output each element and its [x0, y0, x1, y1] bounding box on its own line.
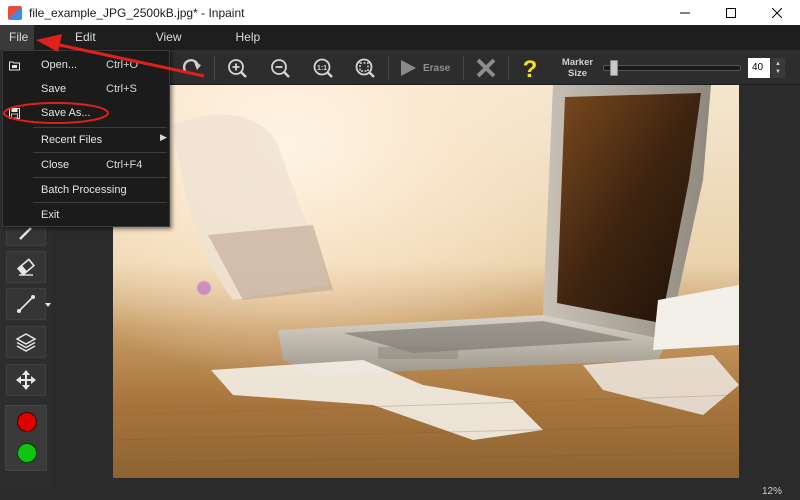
- menu-view[interactable]: View: [147, 25, 191, 50]
- secondary-color-swatch[interactable]: [17, 443, 37, 463]
- redo-button[interactable]: [178, 54, 206, 82]
- minimize-button[interactable]: [662, 0, 708, 25]
- zoom-fit-button[interactable]: [351, 54, 379, 82]
- slider-thumb[interactable]: [610, 60, 619, 76]
- color-selector[interactable]: [5, 405, 47, 471]
- help-button[interactable]: ?: [516, 54, 544, 82]
- menu-separator: [33, 152, 167, 153]
- zoom-out-icon: [271, 59, 290, 78]
- zoom-level: 12%: [761, 486, 782, 497]
- toolbar-separator: [214, 56, 215, 80]
- line-icon: [17, 295, 35, 313]
- eraser-icon: [16, 258, 36, 276]
- window-controls: [662, 0, 800, 25]
- menu-edit[interactable]: Edit: [66, 25, 105, 50]
- floppy-disk-icon: [9, 108, 20, 119]
- redo-icon: [182, 59, 201, 73]
- window-title: file_example_JPG_2500kB.jpg* - Inpaint: [29, 5, 245, 20]
- cancel-icon: [476, 58, 496, 78]
- layers-icon: [15, 333, 37, 352]
- file-menu-dropdown: Open... Ctrl+O Save Ctrl+S Save As... Re…: [2, 50, 170, 227]
- marker-size-spinner[interactable]: ▲ ▼: [771, 58, 785, 78]
- title-bar: file_example_JPG_2500kB.jpg* - Inpaint: [0, 0, 800, 25]
- spin-down-icon[interactable]: ▼: [775, 68, 781, 76]
- zoom-actual-size-button[interactable]: 1:1: [309, 54, 337, 82]
- spin-up-icon[interactable]: ▲: [775, 60, 781, 68]
- marker-size-slider[interactable]: [603, 60, 741, 76]
- status-bar: [0, 488, 800, 500]
- svg-text:?: ?: [523, 56, 538, 81]
- menu-item-open[interactable]: Open... Ctrl+O: [3, 54, 169, 77]
- zoom-actual-icon: 1:1: [313, 58, 333, 78]
- primary-color-swatch[interactable]: [17, 412, 37, 432]
- cancel-button[interactable]: [472, 54, 500, 82]
- toolbar: 1:1 Erase ? Marker Size 40 ▲ ▼: [170, 50, 800, 85]
- layers-tool[interactable]: [6, 326, 46, 358]
- line-tool[interactable]: [6, 288, 51, 320]
- svg-text:1:1: 1:1: [317, 65, 327, 72]
- app-icon: [8, 5, 22, 20]
- maximize-icon: [726, 7, 736, 18]
- menu-help[interactable]: Help: [226, 25, 269, 50]
- zoom-fit-icon: [355, 58, 375, 78]
- toolbar-separator: [388, 56, 389, 80]
- menu-item-recent-files[interactable]: Recent Files ▶: [3, 129, 169, 152]
- menu-item-save[interactable]: Save Ctrl+S: [3, 78, 169, 101]
- dropdown-arrow-icon[interactable]: [45, 302, 51, 308]
- submenu-arrow-icon: ▶: [160, 132, 167, 142]
- laptop-photo: [113, 85, 739, 464]
- erase-label: Erase: [423, 62, 451, 74]
- minimize-icon: [680, 12, 690, 13]
- toolbar-separator: [463, 56, 464, 80]
- zoom-out-button[interactable]: [266, 54, 294, 82]
- erase-button[interactable]: Erase: [398, 54, 450, 82]
- eraser-tool[interactable]: [6, 251, 46, 283]
- open-folder-icon: [9, 61, 20, 71]
- erase-play-icon: [401, 60, 416, 76]
- move-icon: [16, 370, 36, 390]
- menu-bar: File Edit View Help: [0, 25, 800, 50]
- help-icon: ?: [523, 56, 538, 81]
- menu-item-close[interactable]: Close Ctrl+F4: [3, 154, 169, 177]
- zoom-in-icon: [228, 59, 247, 78]
- close-button[interactable]: [754, 0, 800, 25]
- toolbar-separator: [508, 56, 509, 80]
- close-icon: [772, 7, 782, 18]
- menu-item-exit[interactable]: Exit: [3, 204, 169, 227]
- move-tool[interactable]: [6, 364, 46, 396]
- maximize-button[interactable]: [708, 0, 754, 25]
- menu-separator: [33, 202, 167, 203]
- menu-item-save-as[interactable]: Save As...: [3, 102, 169, 125]
- marker-size-input[interactable]: 40: [748, 58, 770, 78]
- menu-item-batch-processing[interactable]: Batch Processing: [3, 179, 169, 202]
- marker-size-label: Marker Size: [561, 57, 594, 79]
- image-canvas[interactable]: [113, 85, 739, 478]
- menu-separator: [33, 177, 167, 178]
- menu-file[interactable]: File: [0, 25, 34, 50]
- zoom-in-button[interactable]: [223, 54, 251, 82]
- menu-separator: [33, 127, 167, 128]
